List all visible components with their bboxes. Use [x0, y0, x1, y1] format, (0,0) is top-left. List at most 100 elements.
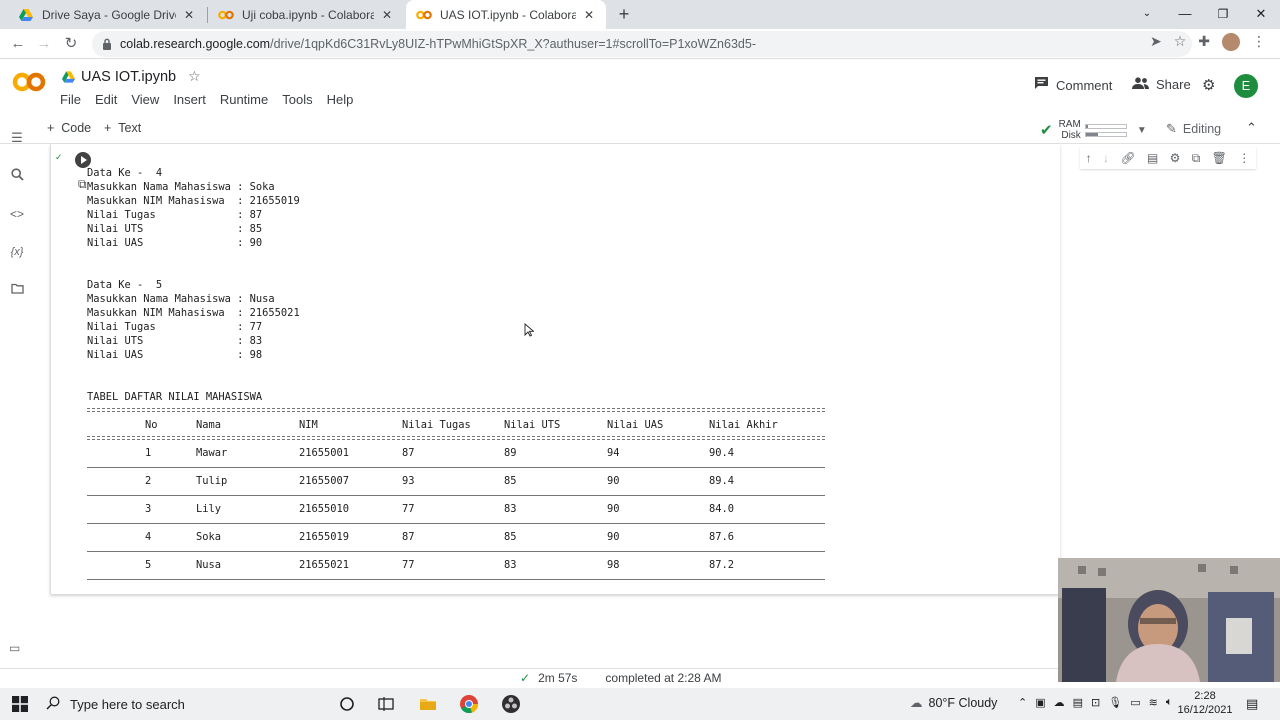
reload-icon[interactable]: ↻	[61, 34, 81, 54]
disk-bar	[1084, 131, 1127, 137]
cell-nim: 21655007	[299, 475, 350, 487]
menu-help[interactable]: Help	[327, 92, 362, 107]
dropdown-caret-icon[interactable]: ▼	[1137, 125, 1147, 136]
add-text-button[interactable]: + Text	[104, 121, 141, 135]
col-header-nama: Nama	[196, 419, 222, 431]
task-view-icon[interactable]	[376, 694, 396, 714]
close-window-icon[interactable]: ✕	[1242, 0, 1280, 29]
table-row: 2 Tulip 21655007 93 85 90 89.4	[87, 474, 825, 488]
mirror-cell-icon[interactable]: ⧉	[1192, 151, 1201, 166]
microphone-icon[interactable]: 🎙︎	[1108, 696, 1122, 709]
move-cell-up-icon[interactable]: ↑	[1086, 151, 1092, 165]
tab-title: Drive Saya - Google Drive	[42, 7, 176, 22]
cell-nama: Mawar	[196, 447, 228, 459]
colab-logo[interactable]	[12, 71, 46, 93]
tab-search-chevron-icon[interactable]: ⌄	[1128, 0, 1166, 29]
obs-studio-icon[interactable]	[501, 694, 521, 714]
cell-nilai-uts: 85	[504, 475, 517, 487]
chrome-menu-icon[interactable]: ⋮	[1252, 33, 1266, 51]
editing-mode-button[interactable]: ✎ Editing	[1166, 121, 1221, 137]
menu-insert[interactable]: Insert	[173, 92, 214, 107]
tray-app-icon[interactable]: ▣	[1035, 696, 1045, 709]
table-row: 4 Soka 21655019 87 85 90 87.6	[87, 530, 825, 544]
bookmark-star-icon[interactable]: ☆	[1174, 33, 1187, 51]
show-hidden-icons-chevron-icon[interactable]: ⌃	[1018, 696, 1027, 709]
user-avatar[interactable]: E	[1234, 74, 1258, 98]
chrome-icon[interactable]	[459, 694, 479, 714]
cell-settings-gear-icon[interactable]: ⚙	[1170, 151, 1181, 165]
menu-runtime[interactable]: Runtime	[220, 92, 276, 107]
variables-icon[interactable]: {x}	[9, 244, 25, 260]
url-text: colab.research.google.com/drive/1qpKd6C3…	[120, 37, 756, 51]
taskbar-clock[interactable]: 2:28 16/12/2021	[1176, 689, 1234, 717]
clock-date: 16/12/2021	[1177, 704, 1233, 716]
table-row-rule	[87, 495, 825, 496]
table-of-contents-icon[interactable]: ☰	[9, 130, 25, 146]
minimize-icon[interactable]: —	[1166, 0, 1204, 29]
collapse-header-chevron-icon[interactable]: ⌃	[1246, 120, 1257, 136]
restore-icon[interactable]: ❐	[1204, 0, 1242, 29]
new-tab-plus-icon[interactable]: +	[614, 4, 634, 24]
comment-button[interactable]: Comment	[1034, 76, 1112, 94]
weather-widget[interactable]: ☁ 80°F Cloudy	[910, 695, 997, 711]
windows-start-icon[interactable]	[12, 696, 28, 712]
record-header: Data Ke - 4	[87, 167, 163, 179]
profile-avatar[interactable]	[1222, 33, 1240, 51]
tray-app-icon[interactable]: ⊡	[1091, 696, 1100, 709]
close-tab-icon[interactable]: ✕	[582, 8, 596, 22]
wifi-icon[interactable]: ≋	[1149, 696, 1158, 709]
tab-google-drive[interactable]: Drive Saya - Google Drive ✕	[8, 0, 206, 29]
extensions-puzzle-icon[interactable]: ✚	[1198, 33, 1210, 51]
comment-icon[interactable]: ▤	[1147, 151, 1158, 165]
battery-icon[interactable]: ▭	[1130, 696, 1140, 709]
code-snippets-icon[interactable]: <>	[9, 206, 25, 222]
close-tab-icon[interactable]: ✕	[182, 8, 196, 22]
ram-disk-indicator[interactable]: ✔ RAM Disk ▼	[1040, 116, 1147, 144]
search-icon[interactable]	[9, 168, 25, 184]
send-tab-icon[interactable]: ➤	[1150, 33, 1162, 51]
output-line: Nilai Tugas : 77	[87, 321, 263, 333]
link-icon[interactable]: 🔗︎	[1120, 151, 1135, 165]
star-icon[interactable]: ☆	[188, 68, 201, 85]
back-arrow-icon[interactable]: ←	[8, 34, 28, 54]
cell-nilai-akhir: 90.4	[709, 447, 735, 459]
terminal-icon[interactable]: ▭	[9, 641, 20, 655]
tab-uas-iot[interactable]: UAS IOT.ipynb - Colaboratory ✕	[406, 0, 606, 29]
cell-nama: Lily	[196, 503, 222, 515]
close-tab-icon[interactable]: ✕	[380, 8, 394, 22]
ram-bar	[1084, 123, 1127, 129]
file-explorer-icon[interactable]	[418, 694, 438, 714]
add-code-button[interactable]: + Code	[47, 121, 91, 135]
taskbar-search-box[interactable]: Type here to search	[46, 692, 316, 716]
share-label: Share	[1156, 77, 1191, 92]
share-button[interactable]: Share	[1132, 76, 1191, 93]
left-sidebar: ☰ <> {x}	[0, 130, 34, 670]
address-bar[interactable]: colab.research.google.com/drive/1qpKd6C3…	[92, 31, 1192, 57]
cell-no: 3	[145, 503, 152, 515]
delete-trash-icon[interactable]: 🗑︎	[1212, 151, 1227, 165]
cell-nilai-uas: 94	[607, 447, 620, 459]
tray-app-icon[interactable]: ▤	[1073, 696, 1083, 709]
forward-arrow-icon[interactable]: →	[34, 34, 54, 54]
notification-center-icon[interactable]: ▤	[1246, 696, 1258, 712]
menu-edit[interactable]: Edit	[95, 92, 125, 107]
notebook-title[interactable]: UAS IOT.ipynb ☆	[62, 68, 201, 85]
onedrive-cloud-icon[interactable]: ☁	[1054, 696, 1065, 709]
more-options-icon[interactable]: ⋮	[1238, 151, 1250, 165]
output-actions-icon[interactable]: ⧉	[78, 177, 87, 192]
output-line: Nilai UTS : 83	[87, 335, 263, 347]
volume-icon[interactable]: 🔈︎	[1166, 696, 1173, 709]
clock-time: 2:28	[1194, 690, 1216, 702]
menu-view[interactable]: View	[131, 92, 167, 107]
menu-file[interactable]: File	[60, 92, 89, 107]
move-cell-down-icon[interactable]: ↓	[1103, 151, 1109, 165]
cell-output: Data Ke - 4 Masukkan Nama Mahasiswa : So…	[87, 166, 825, 670]
menu-tools[interactable]: Tools	[282, 92, 320, 107]
files-folder-icon[interactable]	[9, 282, 25, 298]
cell-nilai-uas: 90	[607, 531, 620, 543]
cortana-circle-icon[interactable]	[337, 694, 357, 714]
tab-uji-coba[interactable]: Uji coba.ipynb - Colaboratory ✕	[208, 0, 404, 29]
notebook-title-text[interactable]: UAS IOT.ipynb	[81, 69, 176, 85]
settings-gear-icon[interactable]: ⚙	[1202, 76, 1215, 94]
browser-tab-strip: Drive Saya - Google Drive ✕ Uji coba.ipy…	[0, 0, 1280, 29]
